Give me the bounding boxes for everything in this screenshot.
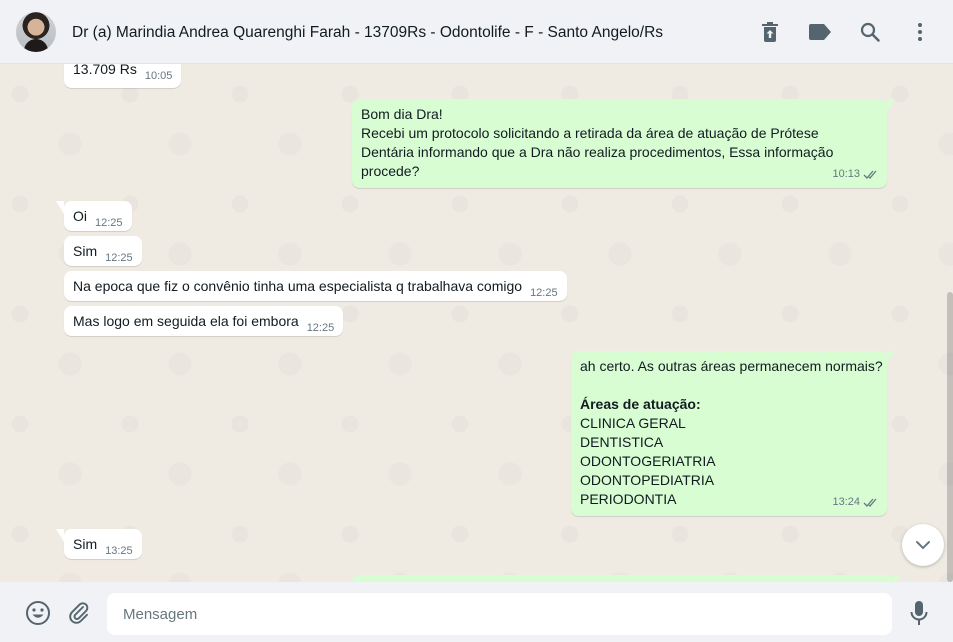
double-check-icon — [863, 498, 877, 507]
message-outgoing[interactable]: Bom dia Dra! Recebi um protocolo solicit… — [352, 99, 895, 188]
message-text-line: ODONTOGERIATRIA — [580, 453, 716, 469]
message-meta: 10:13 — [832, 165, 879, 184]
message-time: 13:24 — [832, 496, 860, 508]
chevron-down-icon — [916, 541, 930, 550]
message-time: 10:05 — [144, 70, 173, 82]
message-text-line — [580, 376, 878, 395]
message-incoming[interactable]: 13.709 Rs 10:05 — [64, 64, 182, 88]
message-input[interactable] — [107, 593, 892, 635]
message-incoming[interactable]: Na epoca que fiz o convênio tinha uma es… — [64, 271, 567, 301]
message-incoming[interactable]: Sim 13:25 — [56, 529, 142, 559]
attach-icon[interactable] — [66, 600, 92, 626]
message-meta: 13:24 — [832, 493, 879, 512]
message-text-line: Recebi um protocolo solicitando a retira… — [361, 125, 819, 141]
message-time: 13:25 — [105, 545, 133, 557]
contact-avatar[interactable] — [16, 12, 56, 52]
message-outgoing-partial[interactable] — [352, 575, 900, 582]
message-text: Na epoca que fiz o convênio tinha uma es… — [73, 278, 523, 294]
scrollbar[interactable] — [947, 292, 953, 582]
message-text-line: Dentária informando que a Dra não realiz… — [361, 144, 834, 160]
message-text: Oi — [73, 208, 87, 224]
message-text: 13.709 Rs — [73, 64, 137, 77]
double-check-icon — [863, 170, 877, 179]
message-text-line: Áreas de atuação: — [580, 396, 701, 412]
message-incoming[interactable]: Mas logo em seguida ela foi embora 12:25 — [64, 306, 344, 336]
message-list[interactable]: 13.709 Rs 10:05 Bom dia Dra! Recebi um pr… — [0, 64, 953, 582]
chat-header: Dr (a) Marindia Andrea Quarenghi Farah -… — [0, 0, 953, 64]
message-incoming[interactable]: Oi 12:25 — [56, 201, 132, 231]
message-time: 10:13 — [832, 168, 860, 180]
message-incoming[interactable]: Sim 12:25 — [64, 236, 142, 266]
message-text-line: CLINICA GERAL — [580, 415, 686, 431]
contact-name[interactable]: Dr (a) Marindia Andrea Quarenghi Farah -… — [72, 24, 663, 42]
emoji-icon[interactable] — [25, 600, 51, 626]
message-text: Sim — [73, 536, 98, 552]
message-text-line: Bom dia Dra! — [361, 106, 443, 122]
search-icon[interactable] — [858, 20, 882, 44]
message-text-line: procede? — [361, 163, 420, 179]
label-icon[interactable] — [808, 20, 832, 44]
message-text: Mas logo em seguida ela foi embora — [73, 313, 299, 329]
scroll-to-bottom-button[interactable] — [902, 524, 944, 566]
message-text-line: ODONTOPEDIATRIA — [580, 472, 715, 488]
compose-bar — [0, 582, 953, 642]
message-text-line: ah certo. As outras áreas permanecem nor… — [580, 358, 883, 374]
more-vertical-icon[interactable] — [908, 20, 932, 44]
microphone-icon[interactable] — [906, 600, 932, 626]
trash-upload-icon[interactable] — [758, 20, 782, 44]
message-time: 12:25 — [530, 287, 558, 299]
message-text-line: DENTISTICA — [580, 434, 664, 450]
message-time: 12:25 — [95, 217, 123, 229]
message-time: 12:25 — [306, 322, 335, 334]
message-time: 12:25 — [105, 252, 133, 264]
message-outgoing[interactable]: ah certo. As outras áreas permanecem nor… — [571, 351, 895, 516]
message-text: Sim — [73, 243, 98, 259]
